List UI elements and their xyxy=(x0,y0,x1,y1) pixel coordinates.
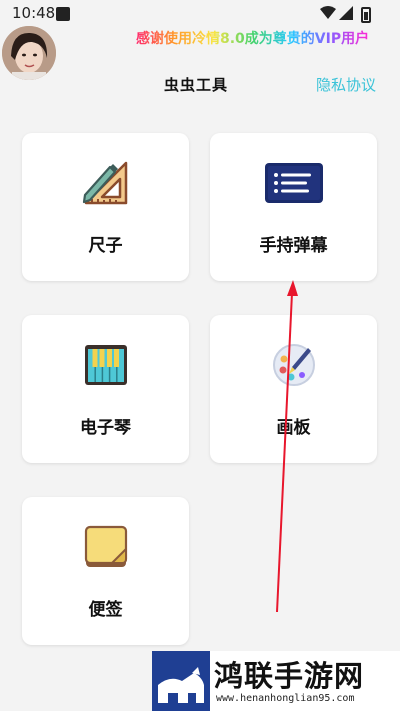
avatar[interactable] xyxy=(2,26,56,80)
signal-icon xyxy=(339,6,353,20)
tool-label-ruler: 尺子 xyxy=(88,236,123,256)
palette-icon xyxy=(273,344,315,386)
ruler-icon xyxy=(82,161,128,205)
tool-card-sticky-note[interactable]: 便签 xyxy=(22,497,189,645)
tool-label-piano: 电子琴 xyxy=(80,418,131,438)
tool-label-sticky-note: 便签 xyxy=(88,600,123,620)
tool-label-danmaku: 手持弹幕 xyxy=(259,236,328,256)
tool-card-drawing-board[interactable]: 画板 xyxy=(210,315,377,463)
watermark: 鸿联手游网 www.henanhonglian95.com xyxy=(152,651,400,711)
tool-card-handheld-danmaku[interactable]: 手持弹幕 xyxy=(210,133,377,281)
wifi-icon xyxy=(320,6,336,19)
tool-card-ruler[interactable]: 尺子 xyxy=(22,133,189,281)
danmaku-icon xyxy=(265,163,323,203)
sticky-note-icon xyxy=(84,525,128,567)
page-title: 虫虫工具 xyxy=(164,76,229,94)
status-time: 10:48 xyxy=(12,4,56,22)
piano-icon xyxy=(85,345,127,385)
avatar-photo xyxy=(2,26,56,80)
watermark-url: www.henanhonglian95.com xyxy=(216,693,355,704)
tool-card-piano[interactable]: 电子琴 xyxy=(22,315,189,463)
vip-message: 感谢使用冷情8.0成为尊贵的VIP用户 xyxy=(136,28,369,48)
tool-label-drawing-board: 画板 xyxy=(276,418,311,438)
site-logo-icon xyxy=(152,651,210,711)
notification-icon xyxy=(56,7,70,21)
privacy-policy-link[interactable]: 隐私协议 xyxy=(316,74,376,95)
status-bar: 10:48 xyxy=(0,0,400,28)
watermark-name: 鸿联手游网 xyxy=(214,659,365,693)
battery-icon xyxy=(361,7,371,23)
